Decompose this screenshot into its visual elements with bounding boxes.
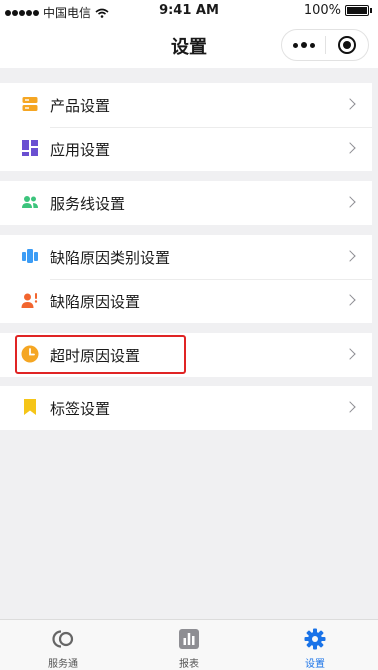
chevron-right-icon — [344, 250, 356, 262]
category-icon — [22, 249, 38, 263]
row-label: 缺陷原因类别设置 — [50, 249, 171, 267]
chevron-right-icon — [344, 196, 356, 208]
chevron-right-icon — [344, 98, 356, 110]
row-label: 标签设置 — [50, 400, 111, 418]
settings-row-tag[interactable]: 标签设置 — [0, 386, 372, 430]
bar-chart-icon — [179, 629, 199, 649]
tab-label: 设置 — [305, 659, 325, 670]
chevron-right-icon — [344, 348, 356, 360]
chevron-right-icon — [344, 142, 356, 154]
settings-group-1: 产品设置 应用设置 — [0, 83, 372, 171]
row-label: 应用设置 — [50, 141, 111, 159]
tab-label: 服务通 — [48, 659, 78, 670]
settings-row-defect-reason[interactable]: 缺陷原因设置 — [0, 279, 372, 323]
settings-row-defect-category[interactable]: 缺陷原因类别设置 — [0, 235, 372, 279]
settings-row-product[interactable]: 产品设置 — [0, 83, 372, 127]
bookmark-icon — [24, 399, 36, 415]
more-button[interactable] — [282, 30, 325, 60]
chevron-right-icon — [344, 294, 356, 306]
person-alert-icon — [21, 293, 38, 308]
battery-percent: 100% — [303, 3, 341, 18]
apps-grid-icon — [22, 140, 38, 156]
gear-icon — [304, 628, 326, 650]
nav-bar: 设置 — [0, 22, 378, 68]
row-label: 缺陷原因设置 — [50, 293, 141, 311]
chevron-right-icon — [344, 401, 356, 413]
row-label: 产品设置 — [50, 97, 111, 115]
tab-settings[interactable]: 设置 — [252, 620, 378, 670]
target-icon — [337, 36, 356, 54]
service-logo-icon — [52, 630, 74, 648]
close-mini-program-button[interactable] — [326, 30, 368, 60]
tab-service[interactable]: 服务通 — [0, 620, 126, 670]
settings-group-2: 服务线设置 — [0, 181, 372, 225]
battery-status: 100% — [304, 3, 372, 18]
settings-row-app[interactable]: 应用设置 — [0, 127, 372, 171]
battery-icon — [345, 5, 369, 16]
settings-group-3: 缺陷原因类别设置 缺陷原因设置 — [0, 235, 372, 323]
tab-bar: 服务通 报表 设置 — [0, 619, 378, 670]
server-icon — [22, 97, 38, 111]
status-bar: 中国电信 9:41 AM 100% — [0, 0, 378, 22]
tab-label: 报表 — [179, 659, 199, 670]
highlight-box — [15, 335, 186, 374]
row-label: 服务线设置 — [50, 195, 126, 213]
people-icon — [22, 196, 38, 208]
tab-reports[interactable]: 报表 — [126, 620, 252, 670]
mini-program-capsule — [281, 29, 369, 61]
settings-row-service-line[interactable]: 服务线设置 — [0, 181, 372, 225]
settings-group-5: 标签设置 — [0, 386, 372, 430]
